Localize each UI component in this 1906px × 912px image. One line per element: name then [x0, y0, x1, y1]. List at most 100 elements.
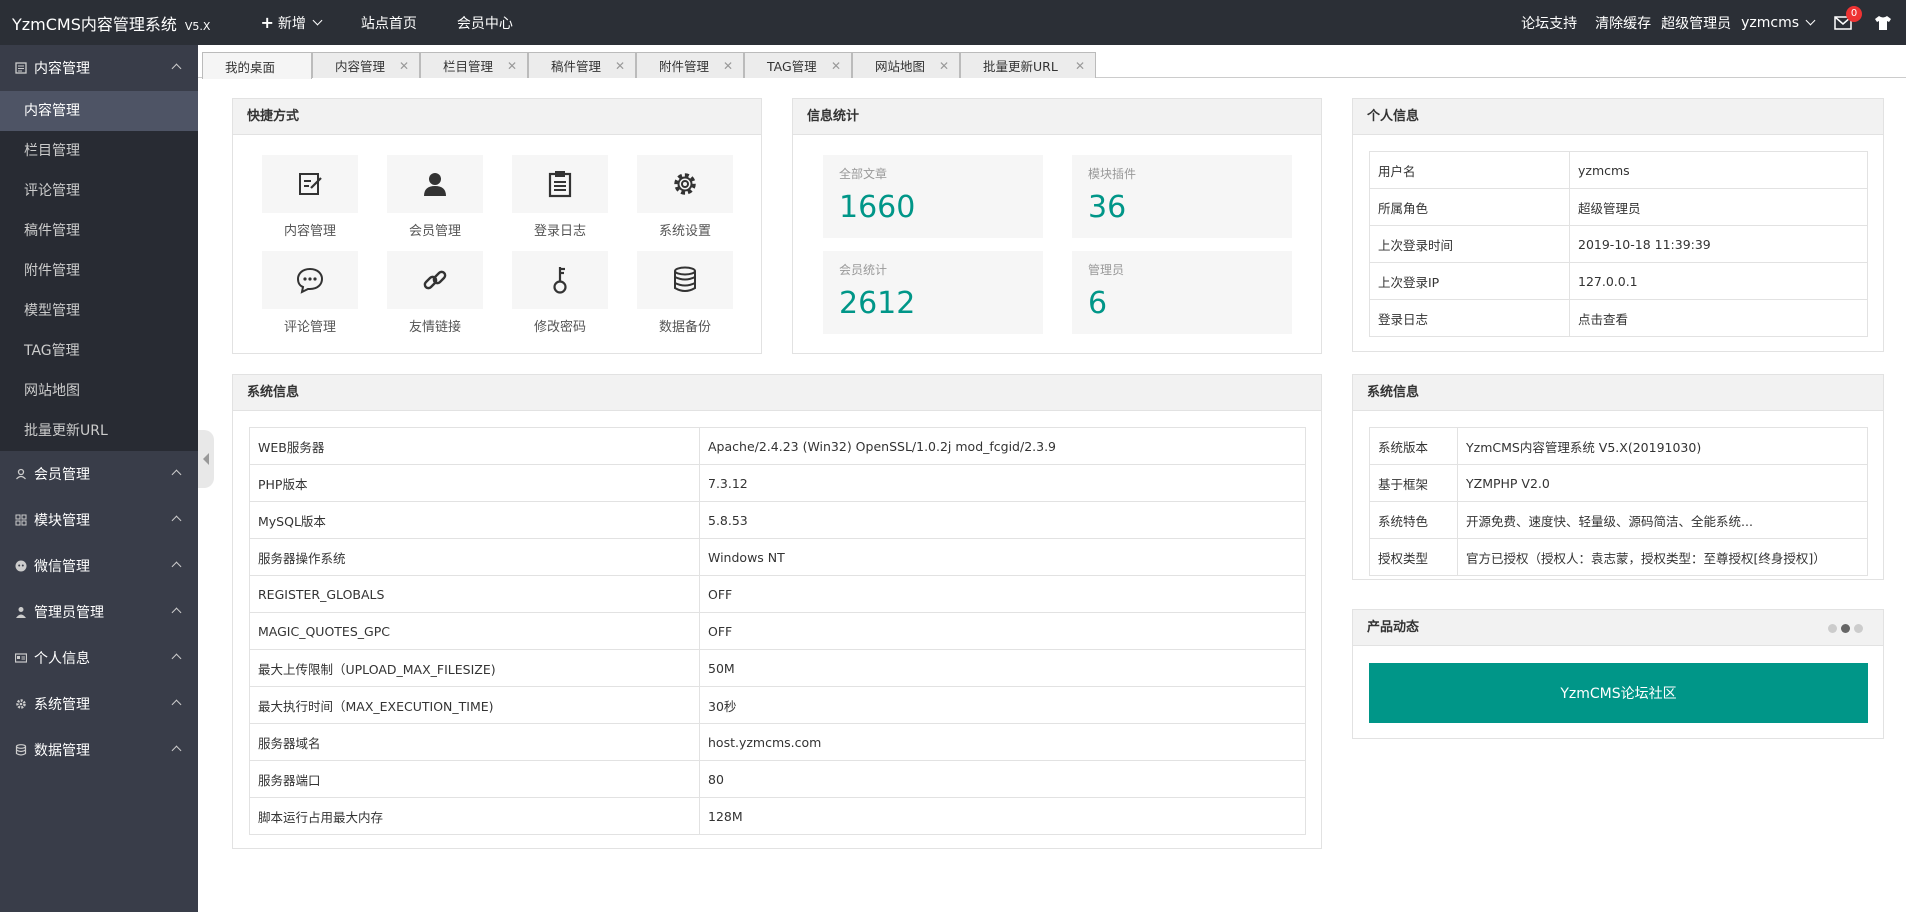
- tab-content[interactable]: 内容管理 ✕: [312, 52, 420, 78]
- close-icon[interactable]: ✕: [831, 59, 841, 73]
- user-icon: [424, 173, 446, 196]
- sidebar-item-batch-url[interactable]: 批量更新URL: [0, 411, 198, 451]
- table-row: WEB服务器 Apache/2.4.23 (Win32) OpenSSL/1.0.…: [249, 427, 1306, 465]
- user-menu[interactable]: yzmcms: [1741, 15, 1816, 31]
- quick-password[interactable]: 修改密码: [512, 251, 608, 335]
- quick-comment[interactable]: 评论管理: [262, 251, 358, 335]
- chevron-down-icon: [1805, 15, 1816, 26]
- sysinfo-value: host.yzmcms.com: [699, 723, 1306, 761]
- database-icon: [14, 743, 28, 757]
- table-row: 服务器域名 host.yzmcms.com: [249, 723, 1306, 761]
- quick-login-log[interactable]: 登录日志: [512, 155, 608, 239]
- chevron-up-icon: [171, 699, 182, 710]
- tab-batch-url[interactable]: 批量更新URL ✕: [960, 52, 1096, 78]
- carousel-indicator: [1824, 624, 1863, 633]
- user-icon: [14, 467, 28, 481]
- table-row: 上次登录时间 2019-10-18 11:39:39: [1369, 225, 1868, 263]
- role-label: 超级管理员: [1661, 15, 1732, 32]
- tab-manuscript[interactable]: 稿件管理 ✕: [528, 52, 636, 78]
- sidebar-item-model[interactable]: 模型管理: [0, 291, 198, 331]
- carousel-dot[interactable]: [1854, 624, 1863, 633]
- table-row: 系统版本 YzmCMS内容管理系统 V5.X(20191030): [1369, 427, 1868, 465]
- tab-tag[interactable]: TAG管理 ✕: [744, 52, 852, 78]
- site-home-link[interactable]: 站点首页: [341, 13, 437, 33]
- close-icon[interactable]: ✕: [399, 59, 409, 73]
- brand-version: V5.X: [184, 19, 211, 33]
- tab-attachment[interactable]: 附件管理 ✕: [636, 52, 744, 78]
- close-icon[interactable]: ✕: [507, 59, 517, 73]
- sysinfo-key: 服务器操作系统: [249, 538, 700, 576]
- sidebar-group-system[interactable]: 系统管理: [0, 681, 198, 727]
- carousel-dot[interactable]: [1828, 624, 1837, 633]
- table-row: 系统特色 开源免费、速度快、轻量级、源码简洁、全能系统...: [1369, 501, 1868, 539]
- gear-icon: [674, 173, 696, 195]
- stat-articles[interactable]: 全部文章 1660: [823, 155, 1043, 238]
- quick-member[interactable]: 会员管理: [387, 155, 483, 239]
- sidebar-item-comment[interactable]: 评论管理: [0, 171, 198, 211]
- sidebar-submenu: 内容管理 栏目管理 评论管理 稿件管理 附件管理 模型管理 TAG管理 网站地图…: [0, 91, 198, 451]
- new-menu-button[interactable]: + 新增: [240, 13, 340, 33]
- sysinfo-key: 系统特色: [1369, 501, 1458, 539]
- sidebar-item-manuscript[interactable]: 稿件管理: [0, 211, 198, 251]
- top-right: 论坛支持 清除缓存 超级管理员 yzmcms 0: [1503, 5, 1906, 33]
- sidebar-item-category[interactable]: 栏目管理: [0, 131, 198, 171]
- sidebar-item-sitemap[interactable]: 网站地图: [0, 371, 198, 411]
- sidebar-item-content[interactable]: 内容管理: [0, 91, 198, 131]
- close-icon[interactable]: ✕: [939, 59, 949, 73]
- sysinfo-key: MySQL版本: [249, 501, 700, 539]
- tab-label: 我的桌面: [225, 59, 276, 75]
- tab-sitemap[interactable]: 网站地图 ✕: [852, 52, 960, 78]
- sysinfo-value: OFF: [699, 612, 1306, 650]
- table-row: 基于框架 YZMPHP V2.0: [1369, 464, 1868, 502]
- tab-category[interactable]: 栏目管理 ✕: [420, 52, 528, 78]
- brand: YzmCMS内容管理系统 V5.X: [0, 11, 210, 35]
- admin-icon: [14, 605, 28, 619]
- sidebar-item-attachment[interactable]: 附件管理: [0, 251, 198, 291]
- clear-cache-link[interactable]: 清除缓存: [1595, 13, 1651, 33]
- tab-desktop[interactable]: 我的桌面: [202, 52, 312, 79]
- sidebar-group-module[interactable]: 模块管理: [0, 497, 198, 543]
- login-log-link[interactable]: 点击查看: [1569, 299, 1868, 337]
- quick-label: 评论管理: [283, 320, 336, 335]
- quick-label: 会员管理: [408, 224, 461, 239]
- tab-label: 批量更新URL: [983, 59, 1058, 74]
- quick-label: 修改密码: [533, 320, 586, 335]
- quick-settings[interactable]: 系统设置: [637, 155, 733, 239]
- stat-admins[interactable]: 管理员 6: [1072, 251, 1292, 334]
- sidebar-group-data[interactable]: 数据管理: [0, 727, 198, 773]
- profile-key: 上次登录IP: [1369, 262, 1570, 300]
- sidebar-group-profile[interactable]: 个人信息: [0, 635, 198, 681]
- close-icon[interactable]: ✕: [723, 59, 733, 73]
- close-icon[interactable]: ✕: [615, 59, 625, 73]
- profile-key: 所属角色: [1369, 188, 1570, 226]
- message-button[interactable]: 0: [1834, 5, 1862, 30]
- table-row: 最大上传限制（UPLOAD_MAX_FILESIZE) 50M: [249, 649, 1306, 687]
- forum-community-button[interactable]: YzmCMS论坛社区: [1369, 663, 1868, 723]
- license-link[interactable]: 官方已授权（授权人：袁志蒙，授权类型：至尊授权[终身授权]）: [1457, 538, 1868, 576]
- sidebar-group-label: 模块管理: [34, 513, 90, 529]
- tab-label: 内容管理: [335, 59, 386, 74]
- sidebar-group-wechat[interactable]: 微信管理: [0, 543, 198, 589]
- quick-links[interactable]: 友情链接: [387, 251, 483, 335]
- close-icon[interactable]: ✕: [1075, 59, 1085, 73]
- system-version-panel: 系统信息 系统版本 YzmCMS内容管理系统 V5.X(20191030) 基于框…: [1352, 374, 1884, 580]
- stat-members[interactable]: 会员统计 2612: [823, 251, 1043, 334]
- quick-label: 数据备份: [658, 320, 711, 335]
- member-center-link[interactable]: 会员中心: [437, 13, 533, 33]
- stat-label: 会员统计: [839, 263, 888, 277]
- sidebar-group-member[interactable]: 会员管理: [0, 451, 198, 497]
- forum-link[interactable]: 论坛支持: [1521, 13, 1577, 33]
- quick-content[interactable]: 内容管理: [262, 155, 358, 239]
- theme-button[interactable]: [1874, 15, 1892, 31]
- sidebar-group-content[interactable]: 内容管理: [0, 45, 198, 91]
- sidebar-group-label: 会员管理: [34, 467, 90, 483]
- quick-backup[interactable]: 数据备份: [637, 251, 733, 335]
- carousel-dot[interactable]: [1841, 624, 1850, 633]
- stat-modules[interactable]: 模块插件 36: [1072, 155, 1292, 238]
- chevron-up-icon: [171, 561, 182, 572]
- sidebar-collapse-handle[interactable]: [198, 430, 214, 488]
- sidebar-group-admin[interactable]: 管理员管理: [0, 589, 198, 635]
- product-news-panel: 产品动态 YzmCMS论坛社区: [1352, 609, 1884, 739]
- product-news-title: 产品动态: [1353, 610, 1883, 646]
- sidebar-item-tag[interactable]: TAG管理: [0, 331, 198, 371]
